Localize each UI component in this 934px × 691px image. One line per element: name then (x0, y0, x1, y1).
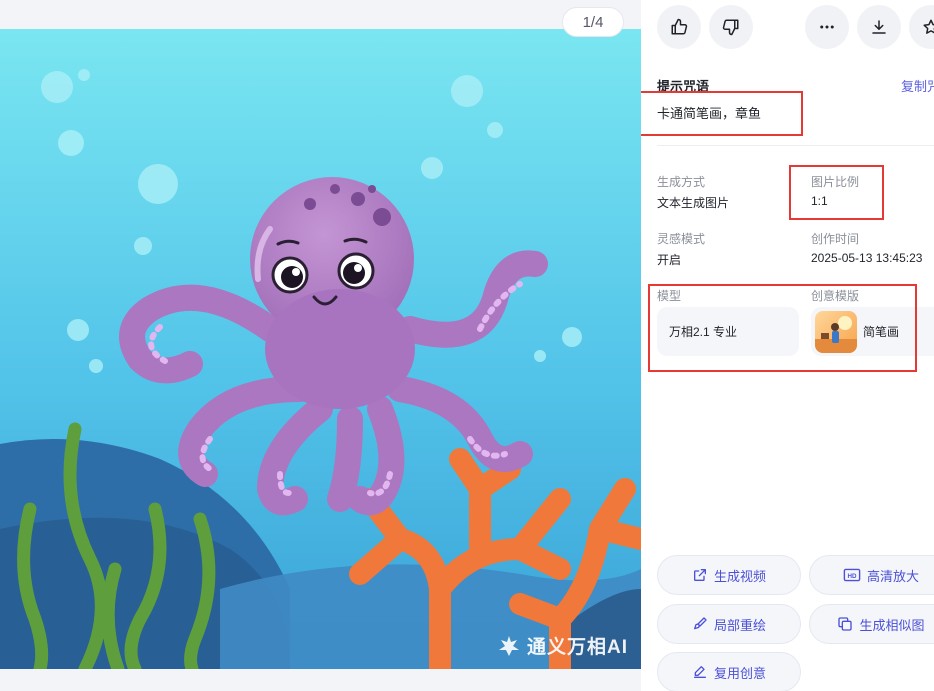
star-icon (923, 19, 934, 34)
copy-prompt-link[interactable]: 复制咒 (901, 76, 934, 95)
brush-icon (693, 617, 707, 630)
thumbs-down-icon (722, 19, 739, 36)
image-counter: 1/4 (562, 7, 624, 37)
more-button[interactable] (805, 5, 849, 49)
model-card[interactable]: 万相2.1 专业 (657, 307, 799, 356)
reuse-idea-button[interactable]: 复用创意 (657, 652, 801, 691)
dislike-button[interactable] (709, 5, 753, 49)
detail-panel: 提示咒语 复制咒 卡通简笔画，章鱼 生成方式 文本生成图片 图片比例 1:1 灵… (641, 0, 934, 691)
template-label: 创意模版 (811, 289, 860, 303)
download-icon (872, 20, 886, 34)
favorite-button[interactable] (909, 5, 934, 49)
template-value: 简笔画 (863, 325, 900, 339)
prompt-title: 提示咒语 (657, 79, 710, 94)
generate-video-label: 生成视频 (713, 568, 766, 584)
edit-icon (693, 666, 706, 678)
template-thumbnail (815, 310, 857, 353)
created-time-label: 创作时间 (811, 232, 860, 246)
watermark-text: 通义万相AI (527, 637, 629, 658)
inspiration-label: 灵感模式 (657, 232, 706, 246)
like-button[interactable] (657, 5, 701, 49)
reuse-idea-label: 复用创意 (713, 665, 766, 681)
ratio-label: 图片比例 (811, 175, 860, 189)
gen-method-label: 生成方式 (657, 175, 706, 189)
generate-video-button[interactable]: 生成视频 (657, 555, 801, 595)
hd-upscale-button[interactable]: HD 高清放大 (809, 555, 934, 595)
hd-icon: HD (843, 568, 861, 582)
brand-logo-icon (499, 635, 519, 656)
ratio-value: 1:1 (811, 194, 828, 208)
download-button[interactable] (857, 5, 901, 49)
more-icon (820, 25, 834, 29)
share-video-icon (693, 569, 706, 581)
svg-text:HD: HD (847, 573, 856, 580)
model-value: 万相2.1 专业 (669, 325, 738, 339)
generated-image[interactable] (0, 29, 641, 669)
image-viewer: 1/4 通义万相AI (0, 0, 641, 691)
watermark: 通义万相AI (497, 632, 628, 659)
generate-similar-label: 生成相似图 (859, 617, 925, 633)
copy-images-icon (838, 617, 853, 631)
local-repaint-label: 局部重绘 (713, 617, 766, 633)
prompt-text: 卡通简笔画，章鱼 (657, 106, 762, 121)
divider (657, 145, 934, 146)
model-label: 模型 (657, 289, 682, 303)
inspiration-value: 开启 (657, 253, 682, 267)
template-card[interactable]: 简笔画 (811, 307, 934, 356)
hd-upscale-label: 高清放大 (866, 568, 919, 584)
local-repaint-button[interactable]: 局部重绘 (657, 604, 801, 644)
gen-method-value: 文本生成图片 (657, 196, 730, 210)
generate-similar-button[interactable]: 生成相似图 (809, 604, 934, 644)
thumbs-up-icon (671, 18, 688, 35)
created-time-value: 2025-05-13 13:45:23 (811, 251, 923, 265)
